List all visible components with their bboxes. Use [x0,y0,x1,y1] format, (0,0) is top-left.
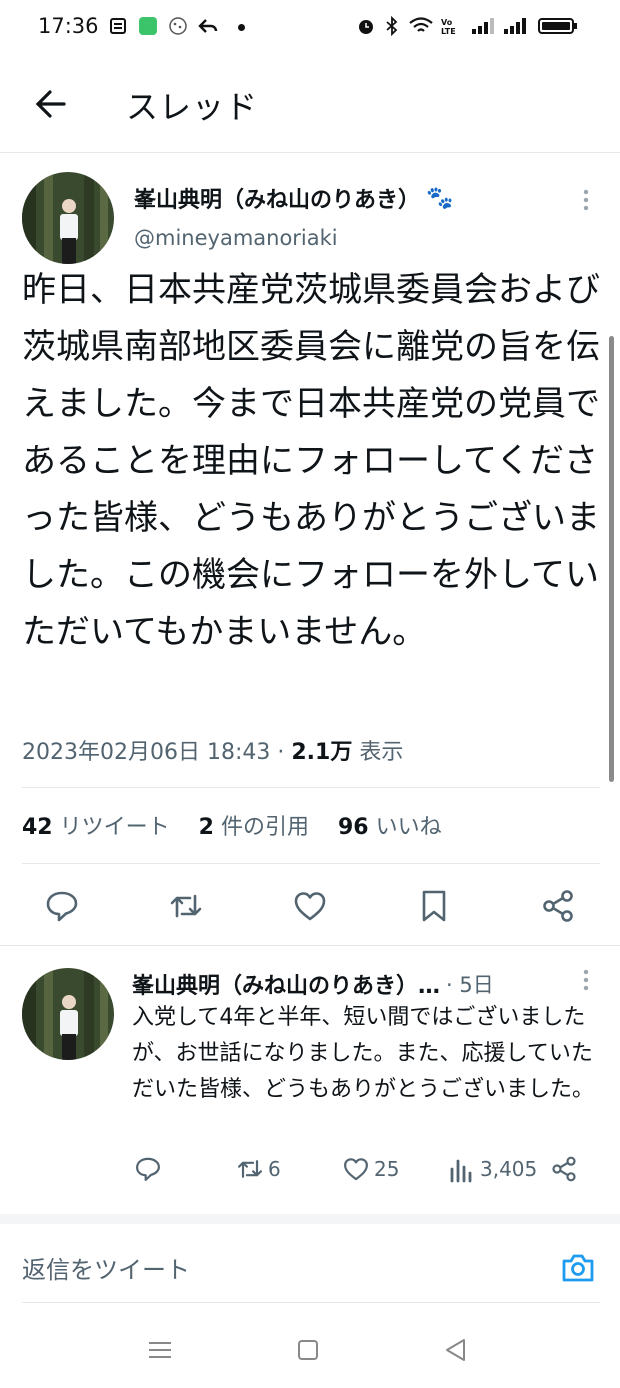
share-icon [550,1155,578,1183]
views-label: 表示 [359,740,404,765]
reply-reply-button[interactable] [134,1155,166,1183]
retweet-icon[interactable] [168,888,204,924]
reply-compose-input[interactable]: 返信をツイート [22,1250,190,1285]
author-handle[interactable]: @mineyamanoriaki [134,226,338,250]
retweets-stat[interactable]: 42 リツイート [22,815,170,840]
battery-icon [538,16,578,36]
wifi-icon [408,16,434,36]
divider [22,787,600,788]
likes-label: いいね [375,815,442,840]
recent-apps-icon[interactable] [146,1336,174,1364]
reply-like-button[interactable]: 25 [342,1155,399,1183]
tweet-datetime[interactable]: 2023年02月06日 18:43 [22,740,270,765]
status-bar: 17:36 Vo LTE [0,0,620,56]
tweet-meta: 2023年02月06日 18:43 · 2.1万 表示 [22,734,403,766]
retweets-count: 42 [22,815,53,840]
quotes-label: 件の引用 [220,815,309,840]
back-nav-icon[interactable] [442,1336,470,1364]
notification-icon [108,16,128,36]
back-arrow-icon[interactable] [30,84,70,124]
views-chart-icon [448,1155,476,1183]
reply-like-count: 25 [374,1157,400,1181]
app-icon [138,16,158,36]
quotes-stat[interactable]: 2 件の引用 [199,815,309,840]
likes-count: 96 [337,815,369,840]
bookmark-icon[interactable] [416,888,452,924]
reply-more-options-icon[interactable] [582,968,590,992]
retweet-icon [236,1155,264,1183]
likes-stat[interactable]: 96 いいね [338,815,442,840]
page-title: スレッド [126,88,259,126]
like-icon[interactable] [292,888,328,924]
reply-views-button[interactable]: 3,405 [448,1155,537,1183]
retweets-label: リツイート [59,815,170,840]
reply-author-name[interactable]: 峯山典明（みね山のりあき）… [132,968,440,1000]
reply-retweet-button[interactable]: 6 [236,1155,281,1183]
camera-icon[interactable] [560,1250,596,1286]
more-options-icon[interactable] [582,188,590,212]
volte-icon: Vo LTE [440,16,466,36]
reply-text: 入党して4年と半年、短い間ではございましたが、お世話になりました。また、応援して… [132,1005,595,1102]
views-count: 2.1万 [291,740,353,765]
tweet-text: 昨日、日本共産党茨城県委員会および茨城県南部地区委員会に離党の旨を伝えました。今… [22,270,600,652]
status-time: 17:36 [38,14,99,38]
reply-icon[interactable] [44,888,80,924]
like-icon [342,1155,370,1183]
reply-avatar[interactable] [22,968,114,1060]
bluetooth-icon [382,15,402,37]
reply-share-button[interactable] [550,1155,582,1183]
avatar[interactable] [22,172,114,264]
signal-icon-2 [502,16,528,36]
scrollbar[interactable] [609,336,614,782]
tweet-stats: 42 リツイート 2 件の引用 96 いいね [22,809,442,841]
author-row: 峯山典明（みね山のりあき） 🐾 [134,182,453,214]
divider [22,1302,600,1303]
divider [22,863,600,864]
reply-arrow-icon [198,16,218,36]
reply-view-count: 3,405 [480,1157,538,1181]
alarm-icon [356,16,376,36]
paw-emoji: 🐾 [426,185,454,211]
home-icon[interactable] [294,1336,322,1364]
svg-text:Vo: Vo [441,18,453,27]
signal-icon-1 [470,16,496,36]
reply-age: · 5日 [446,973,494,997]
app-header: スレッド [0,56,620,153]
divider [0,945,620,946]
quotes-count: 2 [198,815,214,840]
reply-retweet-count: 6 [268,1157,281,1181]
reply-icon [134,1155,162,1183]
svg-text:LTE: LTE [441,27,456,36]
section-separator [0,1214,620,1224]
author-name[interactable]: 峯山典明（みね山のりあき） [134,182,420,214]
meta-separator: · [277,740,285,765]
dot-indicator [238,24,245,31]
share-icon[interactable] [540,888,576,924]
cookie-icon [168,16,188,36]
reply-author-row: 峯山典明（みね山のりあき）… · 5日 [132,968,494,1000]
